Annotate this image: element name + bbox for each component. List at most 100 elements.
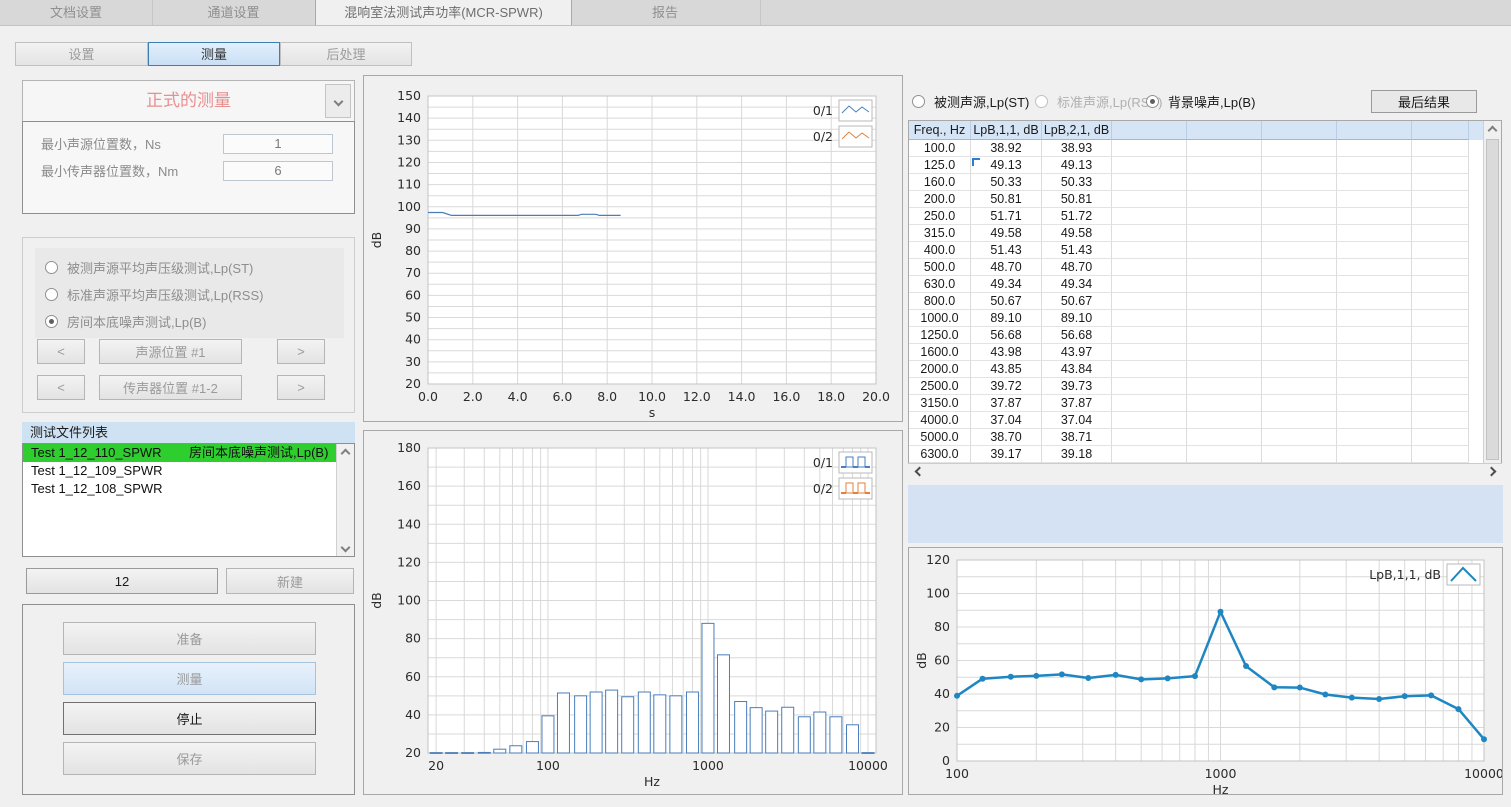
list-item[interactable]: Test 1_12_109_SPWR — [23, 462, 354, 480]
table-cell[interactable]: 2000.0 — [909, 361, 971, 378]
table-cell[interactable] — [1262, 276, 1337, 293]
table-cell[interactable] — [1112, 361, 1187, 378]
table-cell[interactable] — [1262, 174, 1337, 191]
table-cell[interactable] — [1187, 140, 1262, 157]
table-row[interactable]: 200.050.8150.81 — [909, 191, 1501, 208]
tab-mcr-spwr[interactable]: 混响室法测试声功率(MCR-SPWR) — [315, 0, 572, 25]
table-cell[interactable]: 51.72 — [1042, 208, 1112, 225]
source-position-button[interactable]: 声源位置 #1 — [99, 339, 242, 364]
scroll-up-icon[interactable] — [1484, 124, 1501, 136]
table-cell[interactable] — [1412, 276, 1469, 293]
table-cell[interactable]: 39.72 — [971, 378, 1042, 395]
table-cell[interactable] — [1262, 446, 1337, 463]
table-row[interactable]: 5000.038.7038.71 — [909, 429, 1501, 446]
table-cell[interactable]: 51.71 — [971, 208, 1042, 225]
table-cell[interactable]: 315.0 — [909, 225, 971, 242]
table-cell[interactable]: 38.71 — [1042, 429, 1112, 446]
table-cell[interactable]: 800.0 — [909, 293, 971, 310]
table-cell[interactable] — [1262, 242, 1337, 259]
test-file-list[interactable]: Test 1_12_110_SPWR房间本底噪声测试,Lp(B) Test 1_… — [22, 443, 355, 557]
table-cell[interactable] — [1337, 310, 1412, 327]
table-cell[interactable] — [1187, 276, 1262, 293]
table-cell[interactable]: 49.34 — [1042, 276, 1112, 293]
source-prev-button[interactable]: < — [37, 339, 85, 364]
list-item[interactable]: Test 1_12_108_SPWR — [23, 480, 354, 498]
table-row[interactable]: 630.049.3449.34 — [909, 276, 1501, 293]
table-cell[interactable]: 630.0 — [909, 276, 971, 293]
table-cell[interactable]: 56.68 — [971, 327, 1042, 344]
table-cell[interactable]: 56.68 — [1042, 327, 1112, 344]
table-row[interactable]: 100.038.9238.93 — [909, 140, 1501, 157]
table-cell[interactable] — [1412, 361, 1469, 378]
table-cell[interactable]: 5000.0 — [909, 429, 971, 446]
table-cell[interactable] — [1112, 225, 1187, 242]
table-cell[interactable] — [1112, 344, 1187, 361]
prepare-button[interactable]: 准备 — [63, 622, 316, 655]
table-cell[interactable] — [1112, 310, 1187, 327]
scroll-down-icon[interactable] — [337, 541, 354, 553]
table-cell[interactable]: 125.0 — [909, 157, 971, 174]
table-cell[interactable] — [1412, 191, 1469, 208]
table-cell[interactable] — [1112, 327, 1187, 344]
table-cell[interactable] — [1337, 344, 1412, 361]
table-cell[interactable] — [1337, 140, 1412, 157]
table-cell[interactable] — [1187, 344, 1262, 361]
new-file-button[interactable]: 新建 — [226, 568, 354, 594]
measure-button[interactable]: 测量 — [63, 662, 316, 695]
table-cell[interactable] — [1412, 429, 1469, 446]
table-cell[interactable] — [1337, 157, 1412, 174]
table-cell[interactable] — [1112, 429, 1187, 446]
scroll-left-icon[interactable] — [912, 464, 926, 479]
table-cell[interactable]: 38.93 — [1042, 140, 1112, 157]
save-button[interactable]: 保存 — [63, 742, 316, 775]
table-cell[interactable]: 48.70 — [971, 259, 1042, 276]
table-cell[interactable] — [1337, 191, 1412, 208]
radio-lp-rss[interactable]: 标准声源平均声压级测试,Lp(RSS) — [45, 285, 263, 304]
table-cell[interactable] — [1412, 293, 1469, 310]
table-cell[interactable] — [1412, 174, 1469, 191]
table-cell[interactable] — [1262, 157, 1337, 174]
table-cell[interactable] — [1187, 310, 1262, 327]
table-cell[interactable]: 2500.0 — [909, 378, 971, 395]
table-v-scrollbar[interactable] — [1483, 121, 1501, 478]
table-row[interactable]: 315.049.5849.58 — [909, 225, 1501, 242]
table-cell[interactable] — [1112, 191, 1187, 208]
table-cell[interactable] — [1337, 259, 1412, 276]
table-row[interactable]: 2500.039.7239.73 — [909, 378, 1501, 395]
table-cell[interactable] — [1187, 174, 1262, 191]
table-cell[interactable]: 37.04 — [971, 412, 1042, 429]
table-cell[interactable] — [1412, 242, 1469, 259]
table-cell[interactable] — [1112, 395, 1187, 412]
table-cell[interactable] — [1262, 225, 1337, 242]
table-cell[interactable] — [1337, 361, 1412, 378]
tab-document-settings[interactable]: 文档设置 — [0, 0, 153, 25]
table-cell[interactable]: 250.0 — [909, 208, 971, 225]
table-cell[interactable]: 39.17 — [971, 446, 1042, 463]
min-source-positions-input[interactable]: 1 — [223, 134, 333, 154]
table-cell[interactable] — [1337, 242, 1412, 259]
table-cell[interactable]: 50.33 — [971, 174, 1042, 191]
table-cell[interactable]: 39.73 — [1042, 378, 1112, 395]
measurement-mode-dropdown[interactable]: 正式的测量 — [22, 80, 355, 122]
table-row[interactable]: 800.050.6750.67 — [909, 293, 1501, 310]
table-row[interactable]: 400.051.4351.43 — [909, 242, 1501, 259]
mic-prev-button[interactable]: < — [37, 375, 85, 400]
scroll-up-icon[interactable] — [337, 447, 354, 459]
table-row[interactable]: 125.049.1349.13 — [909, 157, 1501, 174]
table-cell[interactable] — [1262, 344, 1337, 361]
table-cell[interactable] — [1412, 344, 1469, 361]
table-cell[interactable] — [1412, 310, 1469, 327]
table-cell[interactable]: 6300.0 — [909, 446, 971, 463]
table-cell[interactable]: 89.10 — [1042, 310, 1112, 327]
table-cell[interactable]: 48.70 — [1042, 259, 1112, 276]
table-cell[interactable] — [1112, 446, 1187, 463]
table-cell[interactable] — [1262, 412, 1337, 429]
table-cell[interactable] — [1187, 361, 1262, 378]
view-radio-lp-rss[interactable]: 标准声源,Lp(RSS) — [1035, 92, 1162, 111]
table-cell[interactable]: 200.0 — [909, 191, 971, 208]
table-cell[interactable] — [1262, 259, 1337, 276]
table-row[interactable]: 3150.037.8737.87 — [909, 395, 1501, 412]
table-cell[interactable] — [1262, 395, 1337, 412]
table-cell[interactable]: 50.81 — [1042, 191, 1112, 208]
table-cell[interactable] — [1262, 310, 1337, 327]
